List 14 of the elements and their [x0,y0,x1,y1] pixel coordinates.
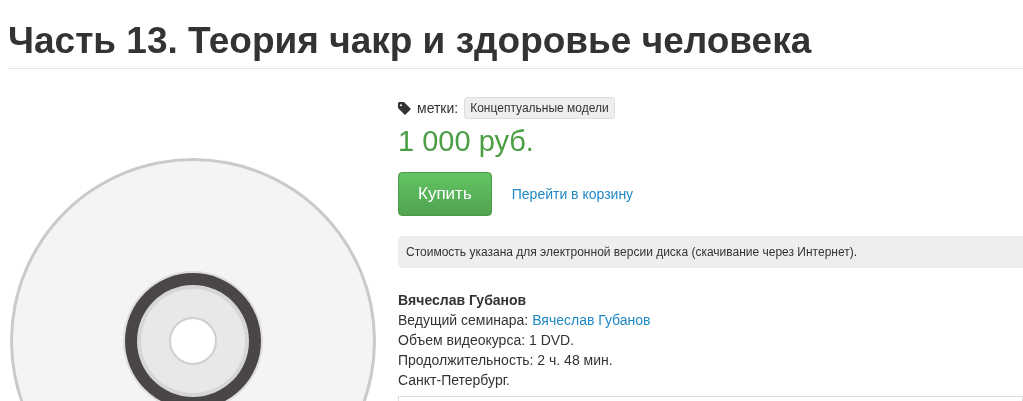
price-notice: Стоимость указана для электронной версии диска (скачивание через Интернет). [398,236,1023,268]
cart-link[interactable]: Перейти в корзину [511,186,634,202]
tag-icon [398,101,411,115]
author-link[interactable]: Вячеслав Губанов [532,312,651,328]
tags-label: метки: [417,100,459,116]
price: 1 000 руб. [398,125,535,158]
detail-line: Объем видеокурса: 1 DVD. [398,331,576,350]
detail-line: Продолжительность: 2 ч. 48 мин. [398,351,614,370]
detail-line: Санкт-Петербург. [398,371,511,390]
page-title: Часть 13. Теория чакр и здоровье человека [7,19,813,63]
buy-button[interactable]: Купить [398,172,492,216]
detail-line: Ведущий семинара: Вячеслав Губанов [398,311,652,330]
author-name: Вячеслав Губанов [398,291,528,310]
tag[interactable]: Концептуальные модели [464,97,615,119]
